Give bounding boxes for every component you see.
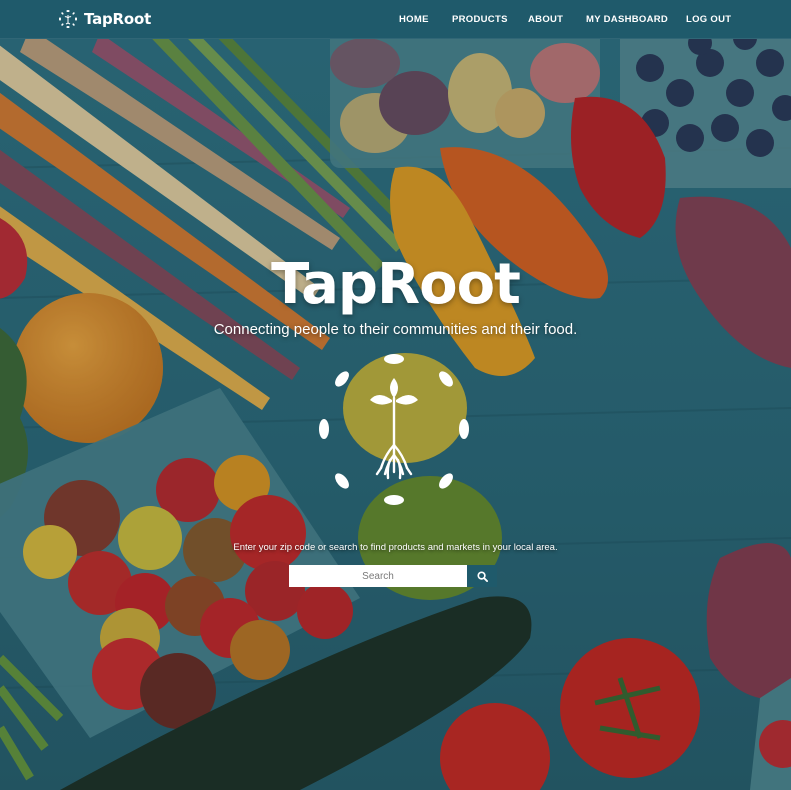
navbar: TapRoot HOME PRODUCTS ABOUT MY DASHBOARD… bbox=[0, 0, 791, 39]
hero-tagline: Connecting people to their communities a… bbox=[213, 321, 578, 338]
nav-home[interactable]: HOME bbox=[399, 14, 429, 25]
search-icon bbox=[476, 570, 488, 582]
hero-instruction: Enter your zip code or search to find pr… bbox=[233, 542, 558, 553]
taproot-emblem-icon bbox=[319, 354, 469, 505]
brand[interactable]: TapRoot bbox=[58, 8, 151, 30]
nav-log-out[interactable]: LOG OUT bbox=[686, 14, 731, 25]
taproot-logo-icon bbox=[59, 10, 77, 28]
nav-products[interactable]: PRODUCTS bbox=[452, 14, 508, 25]
search-button[interactable] bbox=[467, 565, 497, 587]
search-input[interactable] bbox=[289, 565, 467, 587]
search-form bbox=[289, 565, 497, 587]
hero-title: TapRoot bbox=[271, 252, 521, 317]
nav-my-dashboard[interactable]: MY DASHBOARD bbox=[586, 14, 668, 25]
brand-name: TapRoot bbox=[84, 10, 152, 28]
nav-about[interactable]: ABOUT bbox=[528, 14, 563, 25]
